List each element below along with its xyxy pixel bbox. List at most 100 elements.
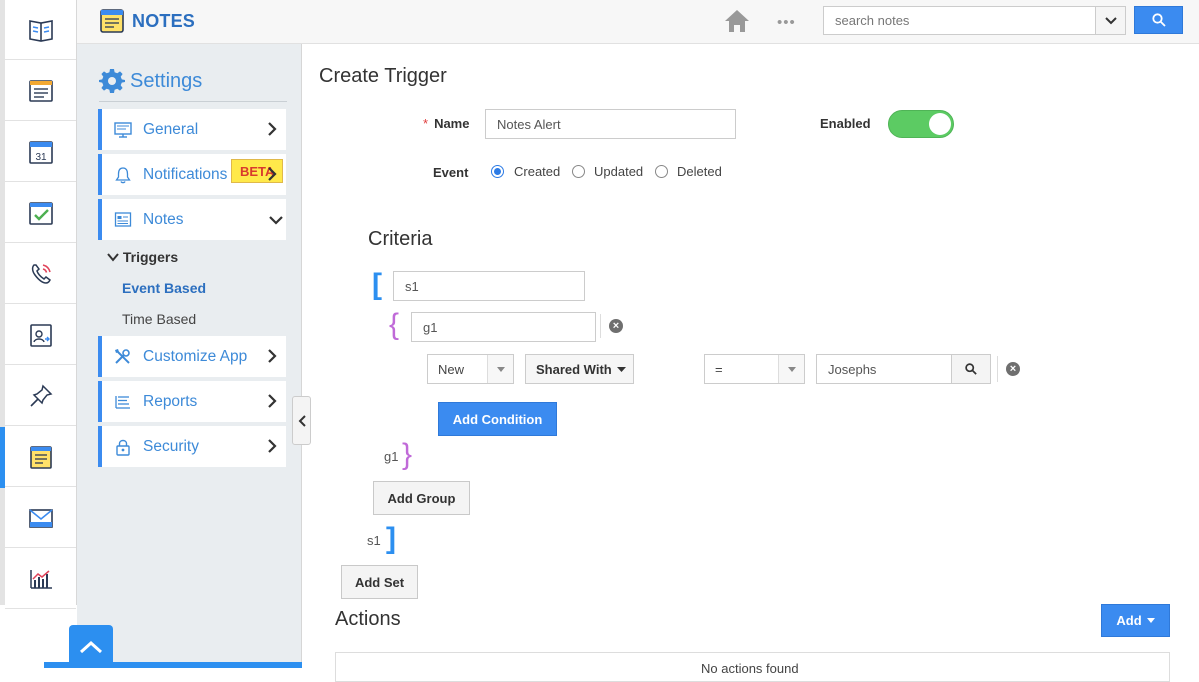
chevron-right-icon bbox=[268, 439, 277, 453]
event-radio-updated[interactable] bbox=[572, 165, 585, 178]
chevron-left-icon bbox=[298, 414, 306, 427]
enabled-label: Enabled bbox=[820, 116, 871, 131]
collapse-sidebar-handle[interactable] bbox=[292, 396, 311, 445]
rail-item-tasks[interactable] bbox=[5, 183, 76, 243]
settings-sidebar: Settings General Notifications BETA Note… bbox=[77, 44, 301, 668]
lock-icon bbox=[116, 439, 130, 456]
set-close-bracket: ] bbox=[386, 522, 396, 555]
set-end-label: s1 bbox=[367, 533, 381, 548]
sidebar-item-label: Customize App bbox=[143, 348, 248, 365]
rail-item-calendar[interactable]: 31 bbox=[5, 122, 76, 182]
set-open-bracket: [ bbox=[372, 268, 382, 301]
rail-item-reports[interactable] bbox=[5, 549, 76, 609]
group-open-bracket: { bbox=[389, 308, 400, 341]
group-name-input[interactable] bbox=[411, 312, 596, 342]
sidebar-divider bbox=[301, 44, 302, 668]
name-label: * Name bbox=[423, 116, 470, 131]
sidebar-item-notes[interactable]: Notes bbox=[98, 199, 286, 240]
add-condition-button[interactable]: Add Condition bbox=[438, 402, 557, 436]
condition-value-input[interactable] bbox=[816, 354, 952, 384]
rail-item-forms[interactable] bbox=[5, 61, 76, 121]
caret-down-icon bbox=[1146, 618, 1155, 623]
event-label: Event bbox=[433, 165, 469, 180]
group-close-bracket: } bbox=[402, 438, 413, 471]
event-radio-deleted[interactable] bbox=[655, 165, 668, 178]
search-button[interactable] bbox=[1134, 6, 1183, 34]
sidebar-item-notifications[interactable]: Notifications BETA bbox=[98, 154, 286, 195]
caret-down-icon bbox=[496, 366, 505, 372]
required-marker: * bbox=[423, 116, 429, 131]
sidebar-item-label: Security bbox=[143, 438, 199, 455]
toggle-knob bbox=[929, 113, 951, 135]
form-list-icon bbox=[28, 79, 53, 102]
rail-item-mail[interactable] bbox=[5, 488, 76, 548]
app-header: NOTES ••• bbox=[77, 0, 1199, 44]
rail-item-pins[interactable] bbox=[5, 366, 76, 426]
sidebar-item-general[interactable]: General bbox=[98, 109, 286, 150]
notes-list-icon bbox=[114, 212, 132, 227]
sidebar-item-reports[interactable]: Reports bbox=[98, 381, 286, 422]
home-icon[interactable] bbox=[723, 8, 751, 34]
svg-text:31: 31 bbox=[35, 152, 47, 163]
sidebar-item-label: Notes bbox=[143, 211, 184, 228]
search-dropdown-button[interactable] bbox=[1095, 7, 1125, 34]
settings-heading: Settings bbox=[99, 68, 287, 102]
chevron-down-icon bbox=[107, 253, 119, 262]
notes-icon bbox=[29, 445, 52, 469]
settings-title: Settings bbox=[130, 70, 203, 92]
monitor-icon bbox=[114, 122, 132, 138]
caret-down-icon bbox=[787, 366, 796, 372]
rail-item-contact-card[interactable] bbox=[5, 305, 76, 365]
scroll-to-top-button[interactable] bbox=[69, 625, 113, 668]
select-value: = bbox=[715, 362, 723, 377]
tasks-check-icon bbox=[28, 201, 53, 225]
mail-icon bbox=[28, 508, 53, 528]
sidebar-item-label: Notifications bbox=[143, 166, 228, 183]
search-input[interactable] bbox=[824, 7, 1095, 34]
enabled-toggle[interactable] bbox=[888, 110, 954, 138]
bell-icon bbox=[115, 167, 131, 184]
rail-item-calls[interactable] bbox=[5, 244, 76, 304]
submenu-item-time-based[interactable]: Time Based bbox=[122, 311, 196, 327]
group-end-label: g1 bbox=[384, 449, 399, 464]
add-set-button[interactable]: Add Set bbox=[341, 565, 418, 599]
set-name-input[interactable] bbox=[393, 271, 585, 301]
chevron-right-icon bbox=[268, 394, 277, 408]
submenu-item-event-based[interactable]: Event Based bbox=[122, 280, 206, 296]
add-action-button[interactable]: Add bbox=[1101, 604, 1170, 637]
select-caret bbox=[487, 355, 513, 383]
contacts-book-icon bbox=[28, 19, 53, 42]
search-icon bbox=[1151, 13, 1166, 27]
field-divider bbox=[997, 356, 998, 382]
select-caret bbox=[778, 355, 804, 383]
add-group-button[interactable]: Add Group bbox=[373, 481, 470, 515]
sidebar-item-customize-app[interactable]: Customize App bbox=[98, 336, 286, 377]
condition-value-lookup-button[interactable] bbox=[951, 354, 991, 384]
rail-item-contacts[interactable] bbox=[5, 0, 76, 60]
submenu-group-label: Triggers bbox=[122, 249, 179, 265]
event-radio-label: Deleted bbox=[677, 164, 722, 179]
gear-icon bbox=[99, 69, 125, 93]
app-title: NOTES bbox=[132, 11, 196, 31]
chevron-right-icon bbox=[268, 167, 277, 181]
calendar-icon: 31 bbox=[28, 140, 53, 164]
trigger-name-input[interactable] bbox=[485, 109, 736, 139]
condition-property-select[interactable]: Shared With bbox=[525, 354, 634, 384]
remove-group-icon[interactable]: × bbox=[609, 319, 623, 333]
condition-field-select[interactable]: New bbox=[427, 354, 514, 384]
submenu-triggers[interactable]: Triggers bbox=[107, 249, 178, 265]
remove-condition-icon[interactable]: × bbox=[1006, 362, 1020, 376]
add-action-label: Add bbox=[1116, 613, 1142, 628]
actions-heading: Actions bbox=[335, 608, 401, 630]
rail-item-notes[interactable] bbox=[0, 427, 76, 488]
event-radio-label: Created bbox=[514, 164, 561, 179]
condition-operator-select[interactable]: = bbox=[704, 354, 805, 384]
app-rail: 31 bbox=[0, 0, 77, 609]
tools-icon bbox=[115, 349, 130, 364]
sidebar-item-security[interactable]: Security bbox=[98, 426, 286, 467]
pin-icon bbox=[29, 384, 52, 407]
chevron-right-icon bbox=[268, 122, 277, 136]
chevron-down-icon bbox=[269, 216, 283, 225]
more-options-icon[interactable]: ••• bbox=[777, 14, 796, 31]
event-radio-created[interactable] bbox=[491, 165, 504, 178]
